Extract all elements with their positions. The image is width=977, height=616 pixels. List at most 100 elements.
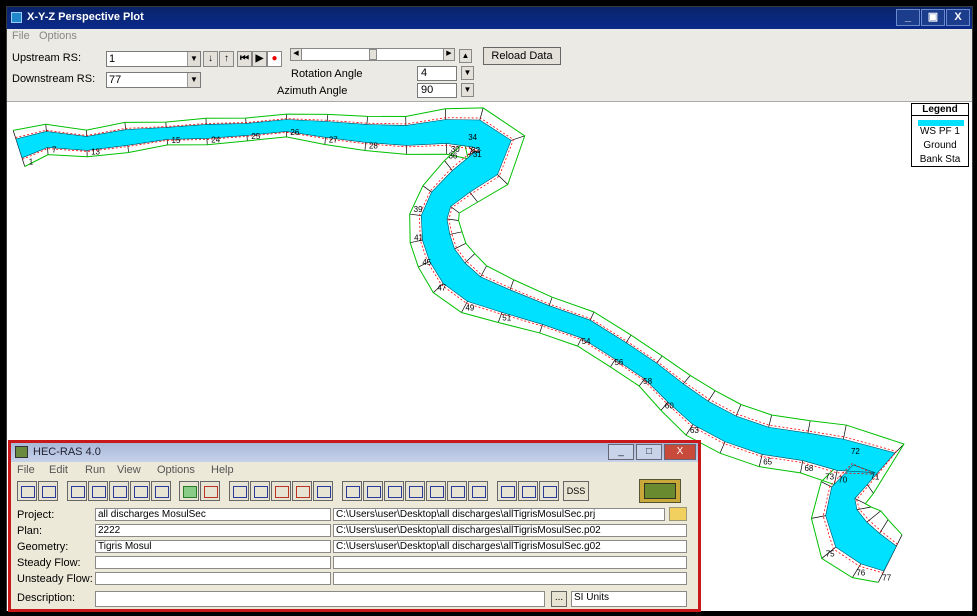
menu-options[interactable]: Options [39, 30, 77, 42]
station-label: 47 [437, 284, 446, 293]
minimize-button[interactable]: _ [896, 9, 920, 26]
summary-icon[interactable] [539, 481, 559, 501]
steady-flow-icon[interactable] [88, 481, 108, 501]
hec-menu-options[interactable]: Options [157, 464, 195, 476]
chevron-down-icon[interactable]: ▼ [187, 73, 200, 87]
hec-menu-file[interactable]: File [17, 464, 35, 476]
station-label: 32 [471, 146, 480, 155]
slider-thumb[interactable] [369, 49, 377, 60]
legend-ground: Ground [923, 140, 957, 151]
legend-title: Legend [912, 104, 968, 116]
description-more-button[interactable]: ... [551, 591, 567, 607]
station-label: 54 [582, 337, 591, 346]
run-sediment-icon[interactable] [271, 481, 291, 501]
water-quality-icon[interactable] [179, 481, 199, 501]
dss-button[interactable]: DSS [563, 481, 589, 501]
station-label: 24 [211, 136, 220, 145]
save-project-icon[interactable] [38, 481, 58, 501]
geometry-editor-icon[interactable] [67, 481, 87, 501]
hec-logo-icon [639, 479, 681, 503]
close-button[interactable]: X [946, 9, 970, 26]
cross-section-plot-icon[interactable] [342, 481, 362, 501]
hec-menu-help[interactable]: Help [211, 464, 234, 476]
maximize-button[interactable]: ▣ [921, 9, 945, 26]
station-label: 77 [882, 573, 891, 582]
legend-ws: WS PF 1 [919, 126, 960, 137]
menu-file[interactable]: File [12, 30, 30, 42]
hec-menu-view[interactable]: View [117, 464, 141, 476]
azimuth-label: Azimuth Angle [277, 85, 348, 97]
hec-minimize-button[interactable]: _ [608, 444, 634, 460]
general-profile-icon[interactable] [468, 481, 488, 501]
station-label: 58 [643, 377, 652, 386]
station-label: 72 [851, 447, 860, 456]
run-wq-icon[interactable] [292, 481, 312, 501]
stage-hydrograph-icon[interactable] [426, 481, 446, 501]
description-input[interactable] [95, 591, 545, 607]
chevron-down-icon[interactable]: ▼ [187, 52, 200, 66]
run-hd-icon[interactable] [313, 481, 333, 501]
sediment-icon[interactable] [151, 481, 171, 501]
arrow-up-icon[interactable]: ↑ [219, 51, 234, 67]
rotation-spin-icon[interactable]: ▼ [461, 66, 474, 80]
station-label: 39 [414, 205, 423, 214]
slider-spin-icon[interactable]: ▲ [459, 49, 472, 63]
folder-icon[interactable] [669, 507, 687, 521]
step-back-icon[interactable]: ⏮ [237, 51, 252, 67]
play-icon[interactable]: ▶ [252, 51, 267, 67]
downstream-label: Downstream RS: [12, 73, 96, 85]
upstream-rs-select[interactable]: 1 ▼ [106, 51, 201, 67]
xyz-plot-icon[interactable] [405, 481, 425, 501]
record-icon[interactable]: ● [267, 51, 282, 67]
station-label: 49 [465, 303, 474, 312]
steady-flow-label: Steady Flow: [17, 557, 81, 569]
profile-table-icon[interactable] [518, 481, 538, 501]
steady-flow-path-field [333, 556, 687, 569]
project-label: Project: [17, 509, 55, 521]
hydraulic-design-icon[interactable] [200, 481, 220, 501]
profile-plot-icon[interactable] [363, 481, 383, 501]
hydraulic-property-icon[interactable] [447, 481, 467, 501]
unsteady-flow-path-field [333, 572, 687, 585]
description-label: Description: [17, 592, 76, 604]
units-field: SI Units [571, 591, 687, 607]
plan-label: Plan: [17, 525, 43, 537]
azimuth-angle-input[interactable]: 90 [417, 83, 457, 98]
open-project-icon[interactable] [17, 481, 37, 501]
station-label: 71 [870, 473, 879, 482]
run-unsteady-icon[interactable] [250, 481, 270, 501]
station-label: 13 [91, 148, 100, 157]
unsteady-flow-icon[interactable] [109, 481, 129, 501]
detail-table-icon[interactable] [497, 481, 517, 501]
project-path-field: C:\Users\user\Desktop\all discharges\all… [333, 508, 665, 521]
arrow-down-icon[interactable]: ↓ [203, 51, 218, 67]
station-label: 60 [665, 401, 674, 410]
slider-right-icon[interactable]: ▶ [443, 49, 454, 60]
hec-menu-edit[interactable]: Edit [49, 464, 68, 476]
animation-slider[interactable]: ◀ ▶ [290, 48, 455, 61]
hec-window-title: HEC-RAS 4.0 [33, 446, 101, 458]
geometry-name-field: Tigris Mosul [95, 540, 331, 553]
unsteady-flow-label: Unsteady Flow: [17, 573, 93, 585]
hec-close-button[interactable]: X [664, 444, 696, 460]
station-label: 51 [502, 313, 511, 322]
quasi-flow-icon[interactable] [130, 481, 150, 501]
rotation-angle-input[interactable]: 4 [417, 66, 457, 81]
reload-data-button[interactable]: Reload Data [483, 47, 561, 65]
hec-menu-run[interactable]: Run [85, 464, 105, 476]
run-steady-icon[interactable] [229, 481, 249, 501]
station-label: 70 [838, 476, 847, 485]
slider-left-icon[interactable]: ◀ [291, 49, 302, 60]
station-label: 68 [804, 464, 813, 473]
hec-maximize-button[interactable]: □ [636, 444, 662, 460]
downstream-rs-select[interactable]: 77 ▼ [106, 72, 201, 88]
unsteady-flow-field [95, 572, 331, 585]
rating-curve-icon[interactable] [384, 481, 404, 501]
plan-name-field: 2222 [95, 524, 331, 537]
station-label: 76 [856, 569, 865, 578]
station-label: 56 [614, 358, 623, 367]
upstream-label: Upstream RS: [12, 52, 82, 64]
azimuth-spin-icon[interactable]: ▼ [461, 83, 474, 97]
hec-title-bar: HEC-RAS 4.0 _ □ X [11, 443, 698, 462]
hec-ras-window: HEC-RAS 4.0 _ □ X File Edit Run View Opt… [8, 440, 701, 612]
